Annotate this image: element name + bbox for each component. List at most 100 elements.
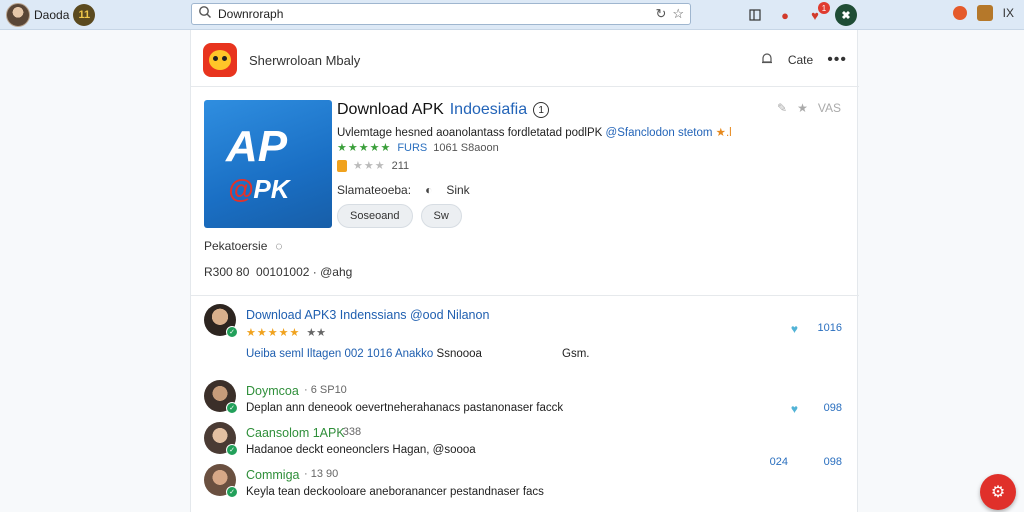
toolbar-right-label[interactable]: IX [1003, 6, 1014, 20]
profile-avatar[interactable] [6, 3, 30, 27]
verified-icon: ✓ [226, 444, 238, 456]
like-count: 1016 [817, 322, 842, 334]
list-item-title[interactable]: Caansolom 1APK [246, 426, 345, 440]
location-icon[interactable]: ● [775, 5, 795, 25]
reader-icon[interactable] [745, 5, 765, 25]
favorite-star-icon[interactable]: ★ [797, 101, 808, 115]
list-item-text-plain: Ssnoooa [436, 348, 482, 360]
app-name: Sherwroloan Mbaly [249, 52, 361, 68]
like-icon[interactable]: ♥ [791, 322, 798, 336]
app-description: Uvlemtage hesned aoanolantass fordletata… [337, 125, 732, 139]
info-icon[interactable]: 1 [533, 102, 550, 118]
list-item-text-right: Gsm. [562, 348, 590, 360]
app-title-row: Download APK Indoesiafia 1 [337, 101, 550, 119]
avatar[interactable]: ✓ [204, 304, 238, 338]
list-item-sub: ★★ [306, 327, 327, 339]
address-bar[interactable]: ↻ ☆ [191, 3, 691, 25]
list-item-title[interactable]: Doymcoa [246, 384, 299, 398]
search-icon [198, 5, 212, 24]
address-input[interactable] [218, 7, 650, 21]
page-card: Sherwroloan Mbaly Cate ••• AP @PK Downlo… [190, 30, 859, 512]
list-item-text: Ueiba seml Iltagen 002 1016 Anakko Ssnoo… [246, 348, 589, 360]
list-item-text: Deplan ann deneook oevertneherahanacs pa… [246, 402, 564, 414]
detail-top-right: ✎ ★ VAS [777, 101, 841, 115]
list-item[interactable]: ✓ Commiga · 13 90 Keyla tean deckooloare… [204, 464, 846, 504]
rating-value: 1061 S8aoon [433, 141, 499, 154]
secondary-rating-value: 211 [391, 159, 410, 172]
apk-icon-big-text: AP [226, 122, 288, 171]
secondary-rating-row: ★★★ 211 [337, 159, 409, 172]
bookmark-icon [337, 159, 347, 172]
list-item-title[interactable]: Commiga [246, 468, 300, 482]
profile-name: Daoda [34, 8, 70, 22]
list-item[interactable]: ✓ Download APK3 Indenssians @ood Nilanon… [204, 304, 846, 376]
description-text: Uvlemtage hesned aoanolantass fordletata… [337, 127, 603, 139]
apk-icon-small-text: @PK [228, 174, 290, 204]
list-item-sub: · 338 [336, 426, 362, 438]
list-item-text: Keyla tean deckooloare aneboranancer pes… [246, 486, 544, 498]
profile-badge: 11 [73, 4, 96, 26]
permissions-label: Pekatoersie [204, 239, 268, 253]
permissions-row[interactable]: Pekatoersie ◌ [204, 239, 283, 253]
app-header: Sherwroloan Mbaly Cate ••• [203, 42, 847, 78]
like-count: 098 [823, 402, 842, 414]
refresh-icon[interactable]: ↻ [655, 6, 666, 22]
header-actions: Cate ••• [760, 51, 847, 69]
verified-icon: ✓ [226, 486, 238, 498]
more-options-icon[interactable]: ••• [827, 51, 847, 69]
list-item-sub: · 6 SP10 [304, 384, 347, 396]
notifications-count: 1 [818, 2, 830, 14]
wallet-icon[interactable] [976, 5, 993, 21]
list-item-title[interactable]: Download APK3 Indenssians @ood Nilanon [246, 308, 489, 322]
toolbar-icons: ● ♥ 1 ✖ [745, 2, 857, 26]
detail-top-right-label: VAS [817, 101, 841, 115]
description-link[interactable]: @Sfanclodon stetom [606, 127, 713, 139]
avatar[interactable]: ✓ [204, 380, 238, 414]
description-tail: ★.l [715, 127, 732, 139]
list-item-text: Hadanoe deckt eoneonclers Hagan, @soooa [246, 444, 476, 456]
list-item-rating: ★★★★★ ★★ [246, 326, 326, 339]
list-item-text-blue: Ueiba seml Iltagen 002 1016 [246, 348, 393, 360]
like-icon[interactable]: ♥ [791, 402, 798, 416]
cate-button[interactable]: Cate [788, 53, 813, 67]
primary-action-button[interactable]: Soseoand [337, 204, 413, 228]
status-row: Slamateoeba: ◐ Sink [337, 183, 470, 197]
loading-icon: ◌ [275, 239, 283, 253]
list-item[interactable]: ✓ Doymcoa · 6 SP10 Deplan ann deneook oe… [204, 380, 846, 420]
meta-info: R300 80 00101002 · @ahg [204, 265, 353, 279]
status-circle-icon: ◐ [425, 183, 433, 197]
toolbar-right: IX [952, 5, 1014, 21]
app-title-accent: Indoesiafia [449, 101, 528, 118]
bell-icon[interactable] [760, 52, 774, 69]
app-detail-panel: AP @PK Download APK Indoesiafia 1 ✎ ★ VA… [191, 86, 859, 296]
notifications-icon[interactable]: ♥ 1 [805, 2, 830, 25]
xbox-icon[interactable]: ✖ [835, 4, 857, 26]
profile-chip[interactable]: Daoda 11 [6, 3, 96, 27]
apk-app-icon: AP @PK [204, 100, 332, 228]
avatar[interactable]: ✓ [204, 464, 238, 498]
app-logo-face [209, 50, 231, 70]
verified-icon: ✓ [226, 326, 238, 338]
rating-label: FURS [397, 141, 428, 154]
star-icon[interactable]: ☆ [672, 6, 684, 22]
fab-gear-icon: ⚙ [990, 484, 1006, 501]
avatar[interactable]: ✓ [204, 422, 238, 456]
list-item-stars: ★★★★★ [246, 327, 301, 339]
status-label: Slamateoeba: [337, 183, 412, 197]
browser-toolbar: Daoda 11 ↻ ☆ ● ♥1 ✖ IX [0, 0, 1024, 30]
list-item-sub: · 13 90 [304, 468, 339, 480]
secondary-action-button[interactable]: Sw [420, 204, 462, 228]
floating-action-button[interactable]: ⚙ [980, 474, 1016, 510]
pin-icon[interactable]: ✎ [777, 101, 787, 115]
app-logo[interactable] [203, 43, 237, 77]
list-item-text-link[interactable]: Anakko [395, 348, 433, 360]
list-item[interactable]: ✓ Caansolom 1APK · 338 Hadanoe deckt eon… [204, 422, 846, 468]
gray-stars-icon: ★★★ [353, 160, 386, 172]
verified-icon: ✓ [226, 402, 238, 414]
extension-icon[interactable] [952, 6, 967, 20]
app-title: Download APK [337, 101, 444, 118]
rating-row: ★★★★★ FURS 1061 S8aoon [337, 141, 499, 155]
status-value: Sink [446, 183, 470, 197]
action-buttons: Soseoand Sw [337, 204, 462, 228]
rating-stars: ★★★★★ [337, 142, 392, 154]
